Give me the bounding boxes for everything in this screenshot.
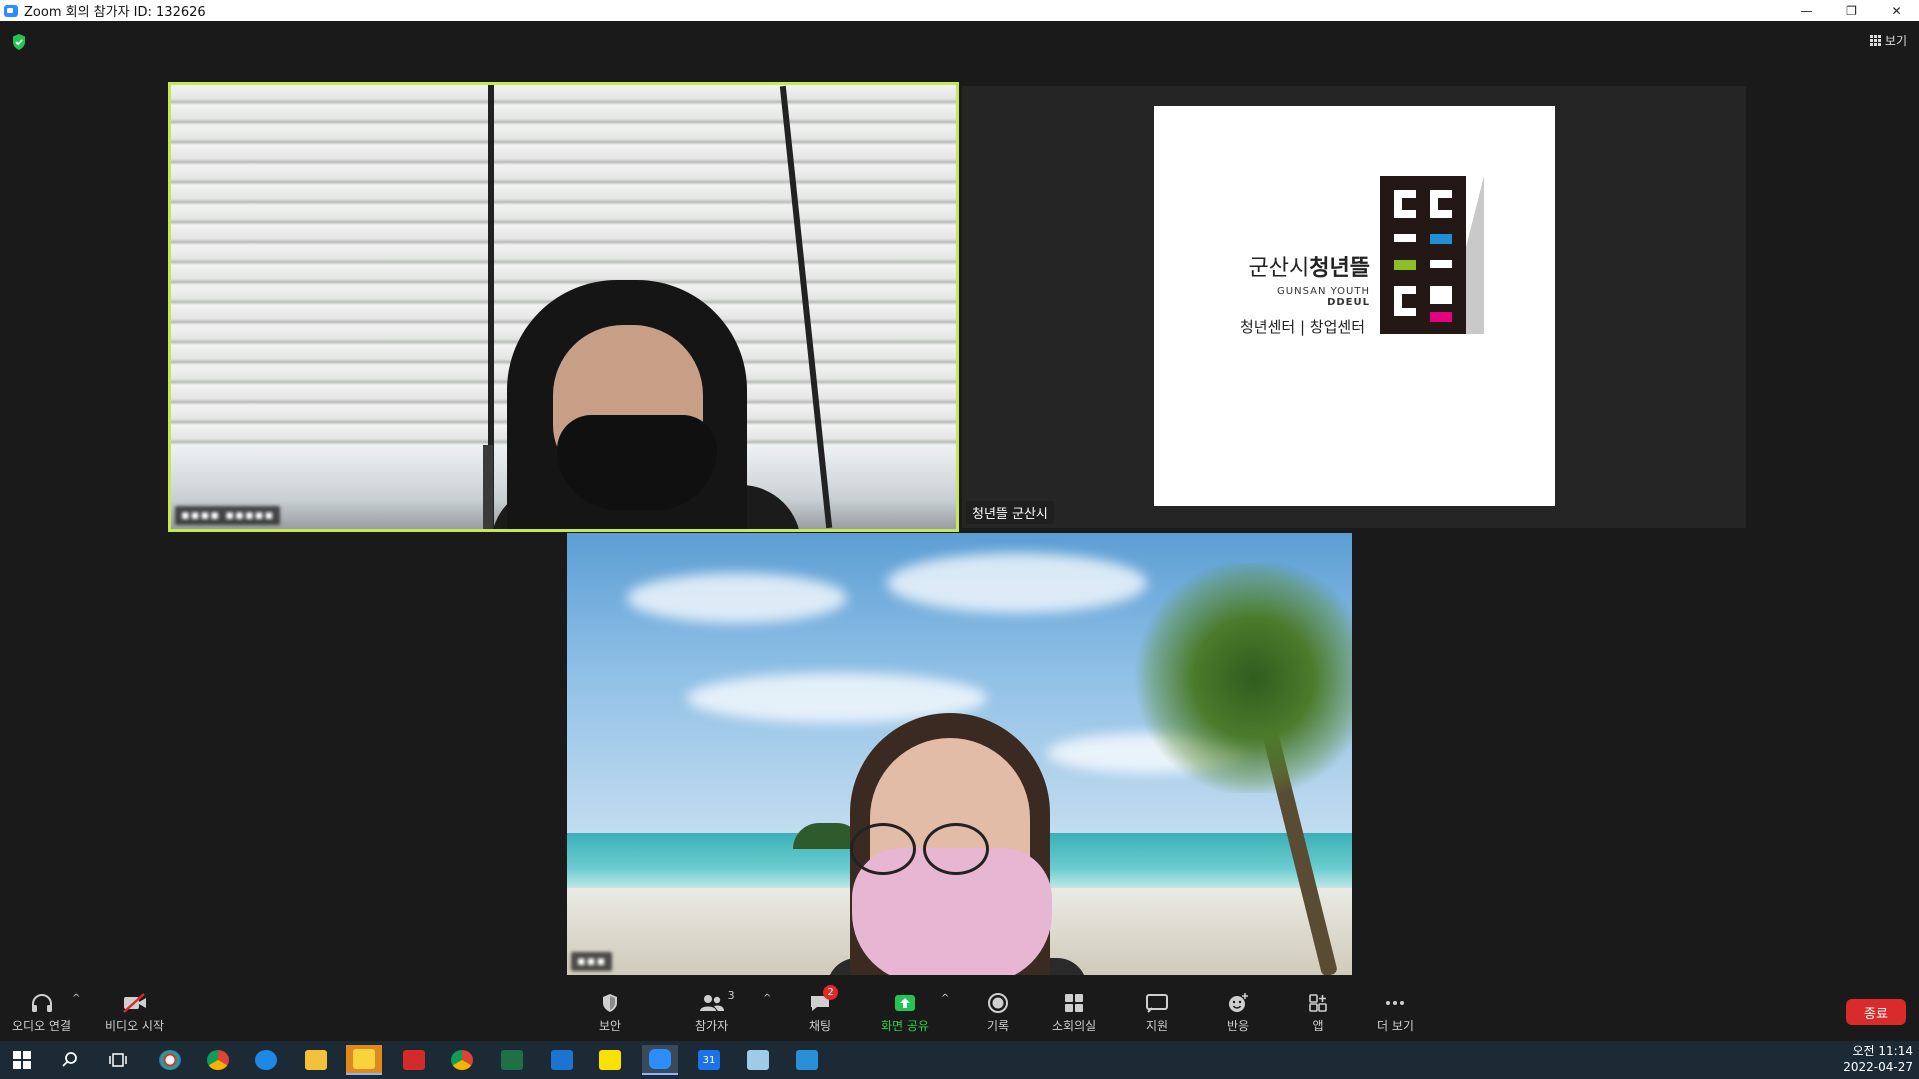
participant-name-tag: ▪▪▪▪ ▪▪▪▪▪ (175, 506, 281, 525)
zoom-taskbar-icon[interactable] (642, 1045, 678, 1075)
video-tile-logo[interactable]: 군산시청년뜰 GUNSAN YOUTH DDEUL 청년센터 | 창업센터 청년… (962, 86, 1746, 528)
video-off-icon (121, 991, 149, 1015)
more-button[interactable]: 더 보기 (1377, 991, 1414, 1034)
participants-count: 3 (727, 989, 735, 1002)
support-button[interactable]: 지원 (1143, 991, 1171, 1034)
record-label: 기록 (986, 1019, 1010, 1033)
reactions-smiley-icon (1224, 991, 1252, 1015)
record-button[interactable]: 기록 (984, 991, 1012, 1034)
system-clock[interactable]: 오전 11:14 2022-04-27 (1843, 1043, 1913, 1075)
kakaotalk-icon[interactable] (592, 1045, 628, 1075)
meeting-toolbar: 오디오 연결 ^ 비디오 시작 보안 3 참가자 ^ 2 채팅 화면 공유 ^ (0, 985, 1919, 1041)
chrome-icon[interactable] (200, 1045, 236, 1075)
logo-english-line2: DDEUL (1327, 297, 1370, 308)
logo-mark-icon (1380, 176, 1466, 334)
share-screen-label: 화면 공유 (881, 1019, 929, 1033)
chrome-icon-2[interactable] (444, 1045, 480, 1075)
window-frame (483, 445, 493, 529)
view-label: 보기 (1884, 34, 1907, 48)
reactions-label: 반응 (1226, 1019, 1250, 1033)
view-button[interactable]: 보기 (1869, 32, 1907, 49)
title-bar: Zoom 회의 참가자 ID: 132626 — ❐ ✕ (0, 0, 1919, 21)
task-view-icon[interactable] (100, 1045, 136, 1075)
breakout-rooms-button[interactable]: 소회의실 (1052, 991, 1096, 1034)
record-icon (984, 991, 1012, 1015)
end-meeting-button[interactable]: 종료 (1846, 999, 1906, 1025)
audio-options-caret[interactable]: ^ (72, 993, 80, 1004)
notepad-icon[interactable] (740, 1045, 776, 1075)
restore-button[interactable]: ❐ (1829, 0, 1874, 21)
participants-icon: 3 (698, 989, 735, 1015)
chat-label: 채팅 (808, 1019, 832, 1033)
apps-icon (1304, 991, 1332, 1015)
logo-text: 군산시청년뜰 GUNSAN YOUTH DDEUL (1240, 250, 1370, 308)
start-video-button[interactable]: 비디오 시작 (105, 991, 164, 1034)
more-dots-icon (1381, 991, 1409, 1015)
sticky-notes-icon[interactable] (346, 1045, 382, 1075)
photos-icon[interactable] (789, 1045, 825, 1075)
logo-card: 군산시청년뜰 GUNSAN YOUTH DDEUL 청년센터 | 창업센터 (1154, 106, 1555, 506)
windows-taskbar: 31 오전 11:14 2022-04-27 (0, 1041, 1919, 1079)
video-label: 비디오 시작 (105, 1019, 165, 1033)
apps-button[interactable]: 앱 (1304, 991, 1332, 1034)
zoom-app-icon (4, 4, 18, 17)
breakout-rooms-icon (1060, 991, 1088, 1015)
participant-mask (557, 415, 717, 510)
video-tile-self[interactable]: ▪▪▪ (567, 533, 1352, 975)
encryption-shield-icon[interactable] (12, 34, 26, 50)
glasses-right (923, 823, 989, 875)
security-label: 보안 (598, 1019, 622, 1033)
minimize-button[interactable]: — (1784, 0, 1829, 21)
window-title: Zoom 회의 참가자 ID: 132626 (24, 5, 206, 20)
palm-leaves (1127, 563, 1352, 793)
participant-name-tag: 청년뜰 군산시 (966, 501, 1054, 524)
chat-icon: 2 (806, 985, 838, 1015)
security-button[interactable]: 보안 (596, 991, 624, 1034)
share-screen-button[interactable]: 화면 공유 (881, 991, 929, 1034)
support-icon (1143, 991, 1171, 1015)
logo-korean-title: 군산시청년뜰 (1248, 256, 1370, 281)
security-shield-icon (596, 991, 624, 1015)
acrobat-icon[interactable] (396, 1045, 432, 1075)
participants-options-caret[interactable]: ^ (763, 993, 771, 1004)
participants-button[interactable]: 3 참가자 (695, 989, 735, 1034)
clock-date: 2022-04-27 (1843, 1060, 1913, 1074)
app-blue-icon[interactable] (544, 1045, 580, 1075)
clock-time: 오전 11:14 (1852, 1044, 1913, 1058)
excel-icon[interactable] (494, 1045, 530, 1075)
headphones-icon (28, 991, 56, 1015)
support-label: 지원 (1145, 1019, 1169, 1033)
search-icon[interactable] (52, 1045, 88, 1075)
grid-icon (1869, 35, 1881, 46)
glasses-left (850, 823, 916, 875)
calendar-icon[interactable]: 31 (691, 1045, 727, 1075)
window-controls: — ❐ ✕ (1784, 0, 1919, 21)
file-explorer-icon[interactable] (298, 1045, 334, 1075)
participant-name-tag: ▪▪▪ (571, 952, 613, 971)
apps-label: 앱 (1312, 1019, 1324, 1033)
share-screen-icon (891, 991, 919, 1015)
windows-start-button[interactable] (4, 1045, 40, 1075)
participants-label: 참가자 (695, 1019, 729, 1033)
logo-subtitle: 청년센터 | 창업센터 (1240, 318, 1365, 336)
breakout-rooms-label: 소회의실 (1052, 1019, 1097, 1033)
reactions-button[interactable]: 반응 (1224, 991, 1252, 1034)
share-options-caret[interactable]: ^ (941, 993, 949, 1004)
close-button[interactable]: ✕ (1874, 0, 1919, 21)
internet-explorer-icon[interactable] (248, 1045, 284, 1075)
chat-button[interactable]: 2 채팅 (806, 985, 838, 1034)
chat-badge: 2 (823, 985, 838, 1000)
video-tile-active-speaker[interactable]: ▪▪▪▪ ▪▪▪▪▪ (168, 82, 959, 532)
more-label: 더 보기 (1377, 1019, 1414, 1033)
paint-app-icon[interactable] (152, 1045, 188, 1075)
logo-english-line1: GUNSAN YOUTH (1277, 286, 1370, 297)
audio-label: 오디오 연결 (12, 1019, 72, 1033)
audio-button[interactable]: 오디오 연결 (12, 991, 71, 1034)
